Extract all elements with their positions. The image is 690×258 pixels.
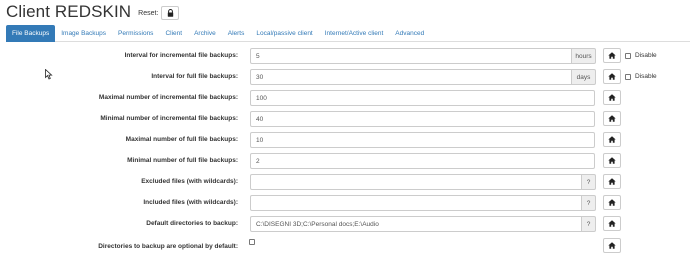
- setting-row-incr-interval: Interval for incremental file backups: 5…: [0, 48, 690, 64]
- tab-archive[interactable]: Archive: [188, 25, 222, 42]
- home-icon: [608, 157, 616, 164]
- min-incr-input[interactable]: 40: [250, 111, 595, 127]
- tab-local-passive-client[interactable]: Local/passive client: [250, 25, 318, 42]
- tab-alerts[interactable]: Alerts: [222, 25, 251, 42]
- excluded-files-input[interactable]: [250, 174, 582, 190]
- setting-row-default-dirs: Default directories to backup: C:\DISEGN…: [0, 216, 690, 232]
- tab-client[interactable]: Client: [159, 25, 188, 42]
- lock-icon: [167, 9, 174, 17]
- reset-setting-button[interactable]: [603, 69, 621, 84]
- setting-label: Interval for incremental file backups:: [124, 52, 238, 59]
- unit-addon: hours: [572, 48, 596, 64]
- reset-setting-button[interactable]: [603, 195, 621, 210]
- included-files-input[interactable]: [250, 195, 582, 211]
- reset-all-button[interactable]: [161, 6, 180, 20]
- incr-interval-input[interactable]: 5: [250, 48, 572, 64]
- disable-toggle[interactable]: Disable: [625, 52, 657, 59]
- default-dirs-input[interactable]: C:\DISEGNI 3D;C:\Personal docs;E:\Audio: [250, 216, 582, 232]
- reset-setting-button[interactable]: [603, 216, 621, 231]
- reset-label: Reset:: [138, 9, 159, 17]
- help-addon[interactable]: ?: [582, 195, 596, 211]
- settings-tabs: File Backups Image Backups Permissions C…: [6, 25, 690, 42]
- setting-label: Directories to backup are optional by de…: [98, 243, 238, 250]
- max-full-input[interactable]: 10: [250, 132, 595, 148]
- setting-row-included-files: Included files (with wildcards): ?: [0, 195, 690, 211]
- reset-setting-button[interactable]: [603, 111, 621, 126]
- setting-row-dirs-optional: Directories to backup are optional by de…: [0, 238, 690, 255]
- page-header: Client REDSKIN Reset:: [6, 2, 180, 22]
- setting-label: Minimal number of incremental file backu…: [100, 115, 238, 122]
- dirs-optional-checkbox[interactable]: [249, 239, 255, 245]
- setting-label: Default directories to backup:: [146, 220, 238, 227]
- help-addon[interactable]: ?: [582, 174, 596, 190]
- setting-row-min-incr: Minimal number of incremental file backu…: [0, 111, 690, 127]
- disable-label: Disable: [635, 73, 657, 80]
- setting-label: Included files (with wildcards):: [143, 199, 238, 206]
- reset-setting-button[interactable]: [603, 132, 621, 147]
- setting-label: Maximal number of full file backups:: [125, 136, 238, 143]
- home-icon: [608, 178, 616, 185]
- setting-label: Interval for full file backups:: [151, 73, 238, 80]
- min-full-input[interactable]: 2: [250, 153, 595, 169]
- home-icon: [608, 199, 616, 206]
- home-icon: [608, 242, 616, 249]
- home-icon: [608, 115, 616, 122]
- reset-setting-button[interactable]: [603, 238, 621, 253]
- reset-setting-button[interactable]: [603, 174, 621, 189]
- home-icon: [608, 94, 616, 101]
- max-incr-input[interactable]: 100: [250, 90, 595, 106]
- setting-row-excluded-files: Excluded files (with wildcards): ?: [0, 174, 690, 190]
- unit-addon: days: [572, 69, 596, 85]
- reset-setting-button[interactable]: [603, 90, 621, 105]
- reset-setting-button[interactable]: [603, 153, 621, 168]
- tab-image-backups[interactable]: Image Backups: [55, 25, 112, 42]
- tab-internet-active-client[interactable]: Internet/Active client: [319, 25, 390, 42]
- setting-row-max-incr: Maximal number of incremental file backu…: [0, 90, 690, 106]
- setting-label: Maximal number of incremental file backu…: [98, 94, 238, 101]
- reset-group: Reset:: [138, 6, 180, 20]
- setting-label: Minimal number of full file backups:: [127, 157, 238, 164]
- page-title: Client REDSKIN: [6, 2, 132, 21]
- tab-file-backups[interactable]: File Backups: [6, 25, 56, 42]
- tab-advanced[interactable]: Advanced: [389, 25, 430, 42]
- help-addon[interactable]: ?: [582, 216, 596, 232]
- reset-setting-button[interactable]: [603, 48, 621, 63]
- disable-checkbox[interactable]: [625, 73, 631, 80]
- setting-label: Excluded files (with wildcards):: [141, 178, 238, 185]
- disable-label: Disable: [635, 52, 657, 59]
- tab-permissions[interactable]: Permissions: [112, 25, 159, 42]
- setting-row-min-full: Minimal number of full file backups: 2: [0, 153, 690, 169]
- setting-row-max-full: Maximal number of full file backups: 10: [0, 132, 690, 148]
- home-icon: [608, 220, 616, 227]
- disable-toggle[interactable]: Disable: [625, 73, 657, 80]
- home-icon: [608, 136, 616, 143]
- full-interval-input[interactable]: 30: [250, 69, 572, 85]
- setting-row-full-interval: Interval for full file backups: 30 days …: [0, 69, 690, 85]
- home-icon: [608, 73, 616, 80]
- home-icon: [608, 52, 616, 59]
- disable-checkbox[interactable]: [625, 52, 631, 59]
